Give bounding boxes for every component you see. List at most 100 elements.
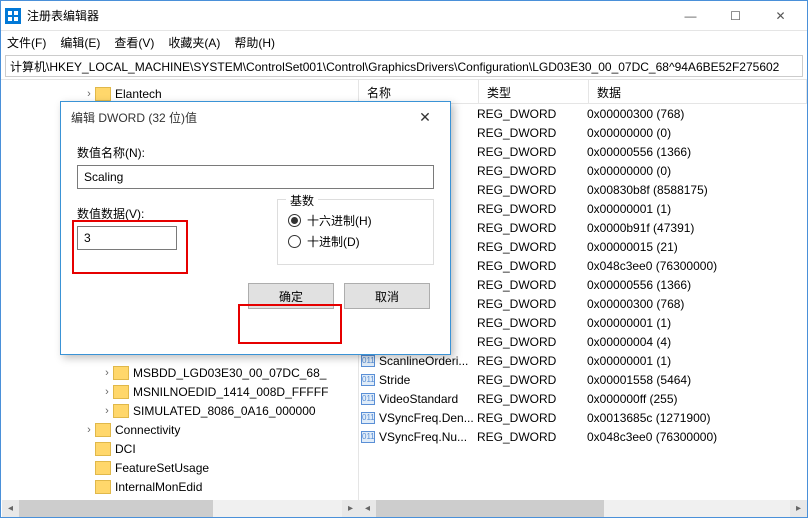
- tree-label: Elantech: [115, 87, 162, 101]
- chevron-icon: ›: [101, 405, 113, 417]
- value-name: VideoStandard: [377, 392, 477, 406]
- value-type: REG_DWORD: [477, 259, 587, 273]
- value-data: 0x00000556 (1366): [587, 278, 807, 292]
- value-data-input[interactable]: [77, 226, 177, 250]
- address-bar[interactable]: 计算机\HKEY_LOCAL_MACHINE\SYSTEM\ControlSet…: [5, 55, 803, 77]
- base-group: 基数 十六进制(H) 十进制(D): [277, 199, 434, 265]
- value-data: 0x0013685c (1271900): [587, 411, 807, 425]
- base-caption: 基数: [286, 192, 318, 209]
- radio-on-icon: [288, 214, 301, 227]
- value-row[interactable]: 011VSyncFreq.Den...REG_DWORD0x0013685c (…: [359, 408, 807, 427]
- value-type: REG_DWORD: [477, 392, 587, 406]
- tree-item[interactable]: FeatureSetUsage: [1, 458, 358, 477]
- dword-icon: 011: [361, 412, 375, 424]
- value-type: REG_DWORD: [477, 335, 587, 349]
- edit-dword-dialog: 编辑 DWORD (32 位)值 ✕ 数值名称(N): 数值数据(V): 基数 …: [60, 101, 451, 355]
- value-row[interactable]: 011StrideREG_DWORD0x00001558 (5464): [359, 370, 807, 389]
- tree-label: DCI: [115, 442, 136, 456]
- value-data: 0x00830b8f (8588175): [587, 183, 807, 197]
- window-title: 注册表编辑器: [27, 7, 668, 24]
- value-data: 0x00000000 (0): [587, 126, 807, 140]
- scroll-thumb[interactable]: [376, 500, 604, 517]
- chevron-icon: ›: [101, 386, 113, 398]
- radio-dec[interactable]: 十进制(D): [288, 233, 423, 250]
- radio-hex-label: 十六进制(H): [307, 212, 372, 229]
- menubar: 文件(F) 编辑(E) 查看(V) 收藏夹(A) 帮助(H): [1, 31, 807, 53]
- value-row[interactable]: 011VSyncFreq.Nu...REG_DWORD0x048c3ee0 (7…: [359, 427, 807, 446]
- value-type: REG_DWORD: [477, 297, 587, 311]
- value-data: 0x00000001 (1): [587, 202, 807, 216]
- dword-icon: 011: [361, 393, 375, 405]
- dword-icon: 011: [361, 374, 375, 386]
- value-type: REG_DWORD: [477, 145, 587, 159]
- value-data: 0x00000001 (1): [587, 316, 807, 330]
- chevron-icon: ›: [83, 88, 95, 100]
- value-row[interactable]: 011VideoStandardREG_DWORD0x000000ff (255…: [359, 389, 807, 408]
- app-icon: [5, 8, 21, 24]
- col-type[interactable]: 类型: [479, 80, 589, 103]
- folder-icon: [95, 423, 111, 437]
- dialog-close-icon[interactable]: ✕: [410, 109, 440, 126]
- menu-fav[interactable]: 收藏夹(A): [168, 34, 220, 51]
- value-data-label: 数值数据(V):: [77, 205, 257, 222]
- tree-item[interactable]: › SIMULATED_8086_0A16_000000: [1, 401, 358, 420]
- menu-edit[interactable]: 编辑(E): [60, 34, 100, 51]
- scroll-right-icon[interactable]: ▸: [790, 500, 807, 517]
- scroll-right-icon[interactable]: ▸: [342, 500, 359, 517]
- value-type: REG_DWORD: [477, 373, 587, 387]
- cancel-button[interactable]: 取消: [344, 283, 430, 309]
- value-data: 0x00000004 (4): [587, 335, 807, 349]
- dialog-title: 编辑 DWORD (32 位)值: [71, 109, 410, 126]
- radio-dec-label: 十进制(D): [307, 233, 360, 250]
- radio-hex[interactable]: 十六进制(H): [288, 212, 423, 229]
- tree-label: Connectivity: [115, 423, 180, 437]
- col-name[interactable]: 名称: [359, 80, 479, 103]
- value-name-input[interactable]: [77, 165, 434, 189]
- dword-icon: 011: [361, 431, 375, 443]
- scroll-left-icon[interactable]: ◂: [2, 500, 19, 517]
- minimize-button[interactable]: —: [668, 1, 713, 30]
- menu-file[interactable]: 文件(F): [7, 34, 46, 51]
- tree-label: SIMULATED_8086_0A16_000000: [133, 404, 316, 418]
- value-type: REG_DWORD: [477, 107, 587, 121]
- scroll-thumb[interactable]: [19, 500, 213, 517]
- value-name: ScanlineOrderi...: [377, 354, 477, 368]
- value-type: REG_DWORD: [477, 240, 587, 254]
- close-button[interactable]: ✕: [758, 1, 803, 30]
- col-data[interactable]: 数据: [589, 80, 807, 103]
- tree-item[interactable]: ›MSBDD_LGD03E30_00_07DC_68_: [1, 363, 358, 382]
- ok-button[interactable]: 确定: [248, 283, 334, 309]
- value-name: Stride: [377, 373, 477, 387]
- menu-help[interactable]: 帮助(H): [234, 34, 275, 51]
- value-data: 0x048c3ee0 (76300000): [587, 259, 807, 273]
- folder-icon: [95, 87, 111, 101]
- folder-icon: [95, 442, 111, 456]
- maximize-button[interactable]: ☐: [713, 1, 758, 30]
- tree-item[interactable]: ›Connectivity: [1, 420, 358, 439]
- value-data: 0x0000b91f (47391): [587, 221, 807, 235]
- value-type: REG_DWORD: [477, 202, 587, 216]
- value-type: REG_DWORD: [477, 430, 587, 444]
- folder-icon: [95, 461, 111, 475]
- value-type: REG_DWORD: [477, 411, 587, 425]
- radio-off-icon: [288, 235, 301, 248]
- tree-label: InternalMonEdid: [115, 480, 202, 494]
- chevron-icon: ›: [101, 367, 113, 379]
- value-name-label: 数值名称(N):: [77, 144, 434, 161]
- tree-item[interactable]: ›MSNILNOEDID_1414_008D_FFFFF: [1, 382, 358, 401]
- tree-item[interactable]: DCI: [1, 439, 358, 458]
- scroll-left-icon[interactable]: ◂: [359, 500, 376, 517]
- value-data: 0x000000ff (255): [587, 392, 807, 406]
- tree-hscroll[interactable]: ◂ ▸: [2, 500, 359, 517]
- value-data: 0x00000300 (768): [587, 107, 807, 121]
- folder-icon: [113, 404, 129, 418]
- menu-view[interactable]: 查看(V): [114, 34, 154, 51]
- value-data: 0x00000000 (0): [587, 164, 807, 178]
- value-type: REG_DWORD: [477, 354, 587, 368]
- value-type: REG_DWORD: [477, 221, 587, 235]
- titlebar: 注册表编辑器 — ☐ ✕: [1, 1, 807, 31]
- value-data: 0x00000300 (768): [587, 297, 807, 311]
- list-hscroll[interactable]: ◂ ▸: [359, 500, 807, 517]
- value-data: 0x048c3ee0 (76300000): [587, 430, 807, 444]
- tree-item[interactable]: InternalMonEdid: [1, 477, 358, 496]
